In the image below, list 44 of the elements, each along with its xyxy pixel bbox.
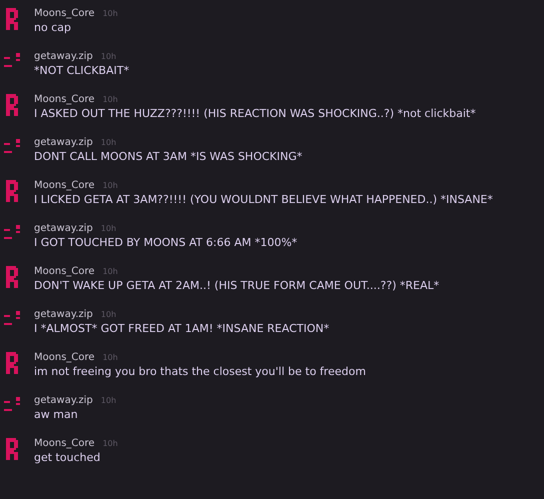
timestamp: 10h — [100, 309, 116, 321]
username[interactable]: Moons_Core — [34, 178, 95, 193]
message-text: get touched — [34, 450, 102, 466]
blocky-avatar-icon — [6, 180, 20, 202]
message-text: I ASKED OUT THE HUZZ???!!!! (HIS REACTION WAS SHOCKING..?) *not clickbait* — [34, 106, 476, 122]
timestamp: 10h — [102, 94, 118, 106]
message-text: im not freeing you bro thats the closest you'll be to freedom — [34, 364, 366, 380]
message-text: DON'T WAKE UP GETA AT 2AM..! (HIS TRUE FORM CAME OUT....??) *REAL* — [34, 278, 440, 294]
blocky-avatar-icon — [6, 94, 20, 116]
username[interactable]: getaway.zip — [34, 307, 93, 322]
timestamp: 10h — [100, 223, 116, 235]
blocky-avatar-icon — [6, 438, 20, 460]
pixel-face-avatar-icon — [4, 139, 22, 155]
username[interactable]: getaway.zip — [34, 49, 93, 64]
username[interactable]: Moons_Core — [34, 350, 95, 365]
username[interactable]: Moons_Core — [34, 264, 95, 279]
message-text: I GOT TOUCHED BY MOONS AT 6:66 AM *100%* — [34, 235, 298, 251]
username[interactable]: getaway.zip — [34, 221, 93, 236]
blocky-avatar-icon — [6, 352, 20, 374]
username[interactable]: getaway.zip — [34, 393, 93, 408]
blocky-avatar-icon — [6, 266, 20, 288]
message-text: I *ALMOST* GOT FREED AT 1AM! *INSANE REACTION* — [34, 321, 330, 337]
pixel-face-avatar-icon — [4, 225, 22, 241]
timestamp: 10h — [100, 395, 116, 407]
timestamp: 10h — [102, 8, 118, 20]
message-text: DONT CALL MOONS AT 3AM *IS WAS SHOCKING* — [34, 149, 302, 165]
timestamp: 10h — [102, 352, 118, 364]
blocky-avatar-icon — [6, 8, 20, 30]
message-text: aw man — [34, 407, 79, 423]
username[interactable]: Moons_Core — [34, 436, 95, 451]
timestamp: 10h — [100, 51, 116, 63]
message-text: I LICKED GETA AT 3AM??!!!! (YOU WOULDNT BELIEVE WHAT HAPPENED..) *INSANE* — [34, 192, 493, 208]
timestamp: 10h — [102, 180, 118, 192]
username[interactable]: Moons_Core — [34, 92, 95, 107]
message-text: *NOT CLICKBAIT* — [34, 63, 130, 79]
pixel-face-avatar-icon — [4, 311, 22, 327]
message-text: no cap — [34, 20, 72, 36]
timestamp: 10h — [102, 438, 118, 450]
username[interactable]: Moons_Core — [34, 6, 95, 21]
pixel-face-avatar-icon — [4, 53, 22, 69]
timestamp: 10h — [100, 137, 116, 149]
timestamp: 10h — [102, 266, 118, 278]
username[interactable]: getaway.zip — [34, 135, 93, 150]
pixel-face-avatar-icon — [4, 397, 22, 413]
